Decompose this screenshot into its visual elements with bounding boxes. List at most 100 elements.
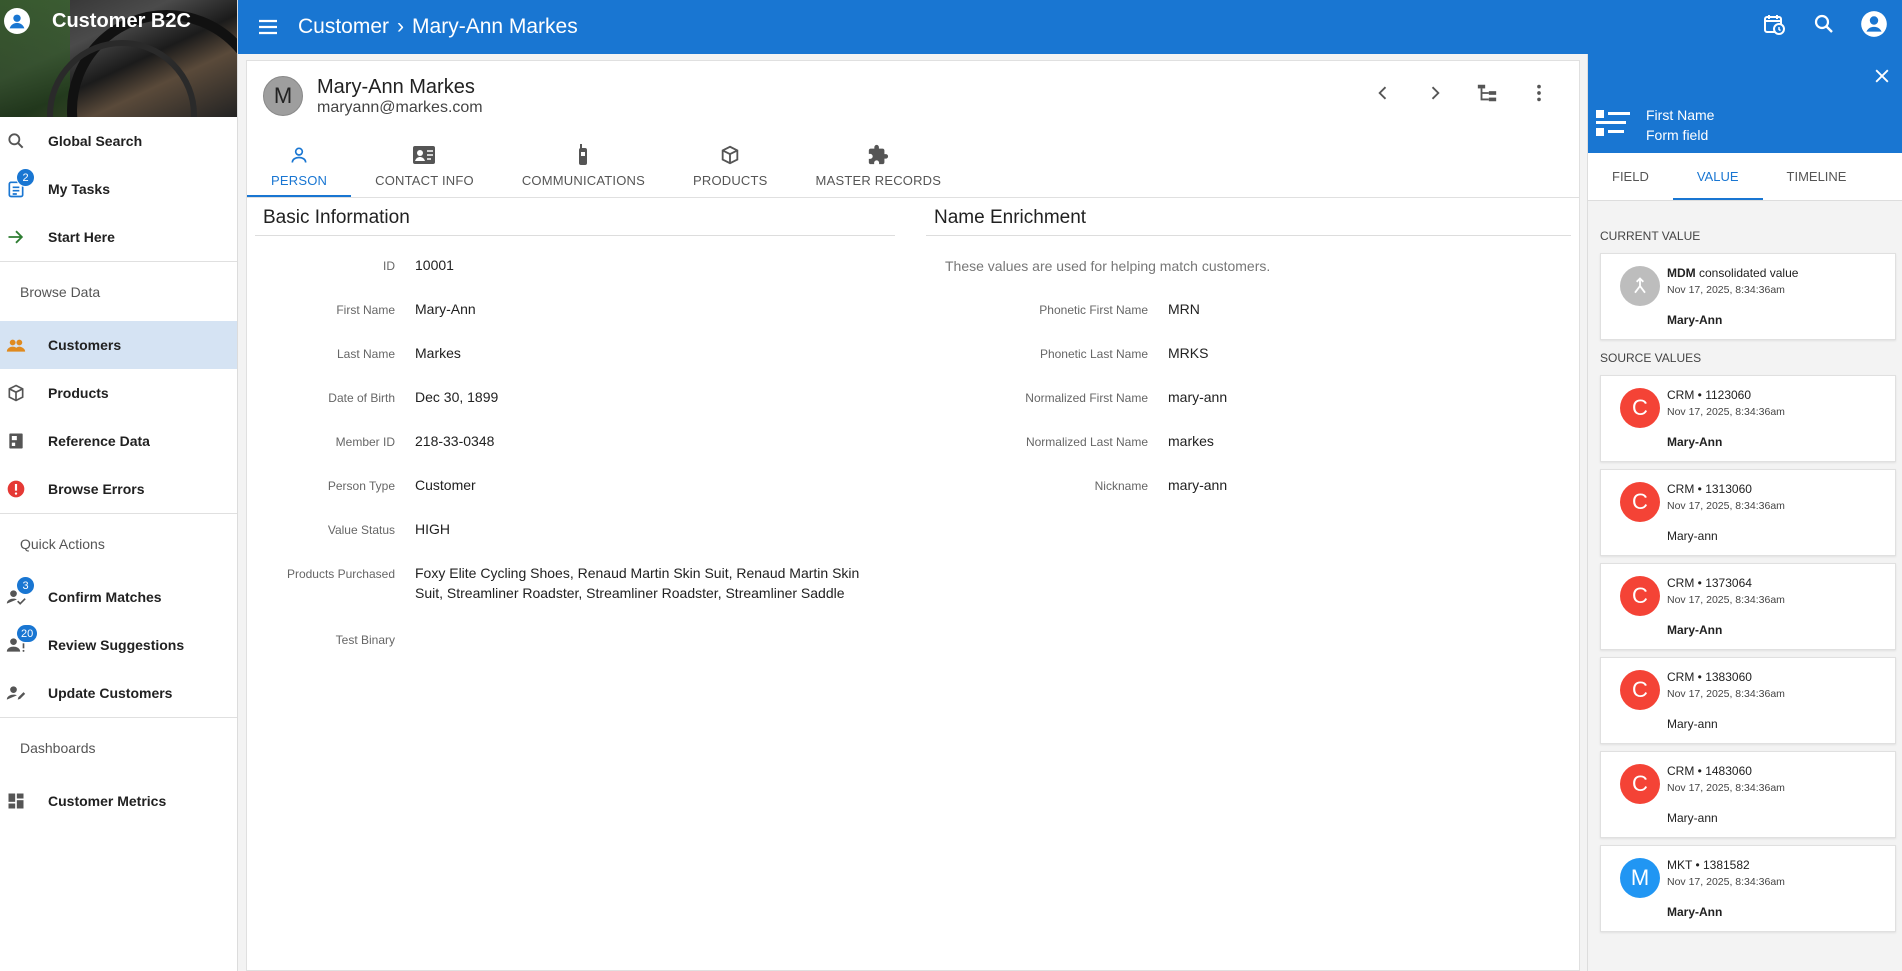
source-avatar: C <box>1620 670 1660 710</box>
hierarchy-icon[interactable] <box>1475 81 1499 105</box>
breadcrumb-root[interactable]: Customer <box>298 15 389 39</box>
menu-icon[interactable] <box>256 15 280 39</box>
source-timestamp: Nov 17, 2025, 8:34:36am <box>1667 782 1785 794</box>
panel-tab-value[interactable]: VALUE <box>1672 153 1763 200</box>
confirm-matches-badge: 3 <box>16 576 35 595</box>
source-timestamp: Nov 17, 2025, 8:34:36am <box>1667 876 1785 888</box>
sidebar-item-label: Global Search <box>48 133 143 149</box>
field-label: Phonetic Last Name <box>1039 347 1148 361</box>
current-value-card[interactable]: MDM consolidated value Nov 17, 2025, 8:3… <box>1600 253 1896 340</box>
panel-field-type: Form field <box>1646 127 1709 143</box>
field-label: Normalized Last Name <box>1025 435 1148 449</box>
panel-tab-field[interactable]: FIELD <box>1588 153 1673 200</box>
sidebar-item-start-here[interactable]: Start Here <box>0 213 237 261</box>
field-value: Mary-Ann <box>415 301 476 317</box>
quick-actions-heading: Quick Actions <box>0 513 237 573</box>
panel-field-name: First Name <box>1646 107 1715 123</box>
contact-card-icon <box>412 143 436 167</box>
close-icon[interactable] <box>1872 66 1892 86</box>
field-label: First Name <box>336 303 395 317</box>
source-value-card[interactable]: C CRM • 1313060 Nov 17, 2025, 8:34:36am Mar… <box>1600 469 1896 556</box>
form-field-icon <box>1596 110 1630 136</box>
source-value: Mary-ann <box>1667 529 1718 543</box>
box-icon <box>8 384 24 402</box>
panel-tab-timeline[interactable]: TIMELINE <box>1763 153 1871 200</box>
more-vert-icon[interactable] <box>1527 81 1551 105</box>
sidebar-item-label: Confirm Matches <box>48 589 162 605</box>
sidebar-item-review-suggestions[interactable]: 20 Review Suggestions <box>0 621 237 669</box>
record-tabs: PERSON CONTACT INFO COMMUNICATIONS PRODU… <box>247 133 965 197</box>
field-label: Value Status <box>327 523 395 537</box>
sidebar-item-my-tasks[interactable]: 2 My Tasks <box>0 165 237 213</box>
field-label: Last Name <box>336 347 395 361</box>
source-value-card[interactable]: C CRM • 1373064 Nov 17, 2025, 8:34:36am Mar… <box>1600 563 1896 650</box>
calendar-clock-icon[interactable] <box>1760 10 1788 38</box>
field-value: Customer <box>415 477 476 493</box>
source-timestamp: Nov 17, 2025, 8:34:36am <box>1667 594 1785 606</box>
source-value-card[interactable]: C CRM • 1483060 Nov 17, 2025, 8:34:36am Mar… <box>1600 751 1896 838</box>
sidebar-item-customer-metrics[interactable]: Customer Metrics <box>0 777 237 825</box>
source-avatar: M <box>1620 858 1660 898</box>
chevron-right-icon[interactable] <box>1423 81 1447 105</box>
source-id: CRM • 1313060 <box>1667 482 1752 496</box>
tab-master-records[interactable]: MASTER RECORDS <box>792 133 966 197</box>
source-avatar: C <box>1620 388 1660 428</box>
chevron-left-icon[interactable] <box>1371 81 1395 105</box>
sidebar-item-update-customers[interactable]: Update Customers <box>0 669 237 717</box>
app-title: Customer B2C <box>52 10 191 32</box>
field-value: Dec 30, 1899 <box>415 389 499 405</box>
source-avatar: C <box>1620 764 1660 804</box>
field-label: Nickname <box>1094 479 1148 493</box>
source-timestamp: Nov 17, 2025, 8:34:36am <box>1667 406 1785 418</box>
field-value: mary-ann <box>1168 477 1228 493</box>
source-id: CRM • 1383060 <box>1667 670 1752 684</box>
field-value: MRN <box>1168 301 1200 317</box>
merge-icon <box>1620 266 1660 306</box>
field-label: Member ID <box>335 435 395 449</box>
source-id: CRM • 1373064 <box>1667 576 1752 590</box>
source-value-card[interactable]: C CRM • 1383060 Nov 17, 2025, 8:34:36am Mar… <box>1600 657 1896 744</box>
field-value: Foxy Elite Cycling Shoes, Renaud Martin … <box>415 565 860 601</box>
record-header: M Mary-Ann Markes maryann@markes.com <box>263 71 483 121</box>
enrichment-hint: These values are used for helping match … <box>945 258 1271 274</box>
field-value: markes <box>1168 433 1214 449</box>
sidebar-item-global-search[interactable]: Global Search <box>0 117 237 165</box>
tab-products[interactable]: PRODUCTS <box>669 133 792 197</box>
tab-contact-info[interactable]: CONTACT INFO <box>351 133 498 197</box>
sidebar-item-label: Browse Errors <box>48 481 145 497</box>
current-value-source: MDM consolidated value <box>1667 266 1798 280</box>
tab-label: COMMUNICATIONS <box>521 172 645 188</box>
account-circle-icon[interactable] <box>1860 10 1888 38</box>
chevron-right-icon: › <box>397 15 405 38</box>
source-value-card[interactable]: M MKT • 1381582 Nov 17, 2025, 8:34:36am Mar… <box>1600 845 1896 932</box>
name-enrichment-section: Name Enrichment <box>926 207 1571 236</box>
browse-data-heading: Browse Data <box>0 261 237 321</box>
sidebar-item-reference-data[interactable]: Reference Data <box>0 417 237 465</box>
sidebar-item-label: Reference Data <box>48 433 150 449</box>
sidebar-item-label: Customers <box>48 337 122 353</box>
sidebar-item-confirm-matches[interactable]: 3 Confirm Matches <box>0 573 237 621</box>
breadcrumb: Customer › Mary-Ann Markes <box>298 15 578 39</box>
current-value-timestamp: Nov 17, 2025, 8:34:36am <box>1667 284 1785 296</box>
record-email: maryann@markes.com <box>317 98 483 116</box>
tab-person[interactable]: PERSON <box>247 133 352 197</box>
field-value: MRKS <box>1168 345 1209 361</box>
app-user-icon[interactable] <box>4 8 30 34</box>
sidebar-item-products[interactable]: Products <box>0 369 237 417</box>
sidebar-item-customers[interactable]: Customers <box>0 321 237 369</box>
source-description: consolidated value <box>1695 266 1799 280</box>
reference-icon <box>9 433 23 449</box>
dashboards-heading: Dashboards <box>0 717 237 777</box>
sidebar-item-label: Review Suggestions <box>48 637 185 653</box>
sidebar-item-label: Update Customers <box>48 685 173 701</box>
source-avatar: C <box>1620 576 1660 616</box>
field-label: Products Purchased <box>286 567 395 581</box>
source-system: MDM <box>1667 266 1696 280</box>
tab-communications[interactable]: COMMUNICATIONS <box>498 133 669 197</box>
sidebar-item-browse-errors[interactable]: Browse Errors <box>0 465 237 513</box>
source-timestamp: Nov 17, 2025, 8:34:36am <box>1667 688 1785 700</box>
error-icon <box>7 480 25 498</box>
search-icon[interactable] <box>1810 10 1838 38</box>
field-value: HIGH <box>415 521 450 537</box>
source-value-card[interactable]: C CRM • 1123060 Nov 17, 2025, 8:34:36am Mar… <box>1600 375 1896 462</box>
